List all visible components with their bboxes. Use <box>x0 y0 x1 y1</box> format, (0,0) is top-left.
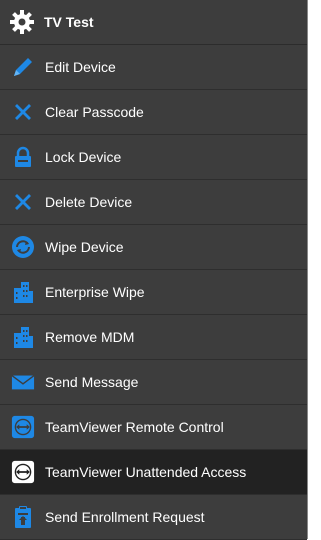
x-icon <box>11 100 35 124</box>
menu-item-label: Clear Passcode <box>45 104 144 120</box>
menu-item-wipe-device[interactable]: Wipe Device <box>0 225 307 270</box>
buildings-icon <box>11 280 35 304</box>
device-title: TV Test <box>44 14 94 30</box>
menu-item-edit-device[interactable]: Edit Device <box>0 45 307 90</box>
gear-icon <box>8 8 36 36</box>
menu-item-teamviewer-remote-control[interactable]: TeamViewer Remote Control <box>0 405 307 450</box>
pencil-icon <box>11 55 35 79</box>
menu-item-clear-passcode[interactable]: Clear Passcode <box>0 90 307 135</box>
menu-item-label: Send Enrollment Request <box>45 509 205 525</box>
teamviewer-icon <box>11 460 35 484</box>
menu-item-label: Send Message <box>45 374 139 390</box>
menu-item-label: Delete Device <box>45 194 133 210</box>
x-icon <box>11 190 35 214</box>
menu-item-enterprise-wipe[interactable]: Enterprise Wipe <box>0 270 307 315</box>
menu-item-lock-device[interactable]: Lock Device <box>0 135 307 180</box>
lock-icon <box>11 145 35 169</box>
wipe-icon <box>11 235 35 259</box>
menu-item-send-message[interactable]: Send Message <box>0 360 307 405</box>
teamviewer-icon <box>11 415 35 439</box>
envelope-icon <box>11 370 35 394</box>
buildings-icon <box>11 325 35 349</box>
menu-item-label: Lock Device <box>45 149 122 165</box>
device-actions-menu: TV Test Edit Device Clear Passcode Lock … <box>0 0 308 540</box>
menu-item-label: TeamViewer Remote Control <box>45 419 224 435</box>
menu-item-label: TeamViewer Unattended Access <box>45 464 247 480</box>
menu-item-delete-device[interactable]: Delete Device <box>0 180 307 225</box>
menu-header: TV Test <box>0 0 307 45</box>
menu-item-label: Enterprise Wipe <box>45 284 145 300</box>
menu-item-label: Wipe Device <box>45 239 124 255</box>
menu-item-label: Edit Device <box>45 59 116 75</box>
menu-item-teamviewer-unattended-access[interactable]: TeamViewer Unattended Access <box>0 450 307 495</box>
clipboard-icon <box>11 505 35 529</box>
menu-item-label: Remove MDM <box>45 329 135 345</box>
menu-item-remove-mdm[interactable]: Remove MDM <box>0 315 307 360</box>
menu-item-send-enrollment-request[interactable]: Send Enrollment Request <box>0 495 307 540</box>
